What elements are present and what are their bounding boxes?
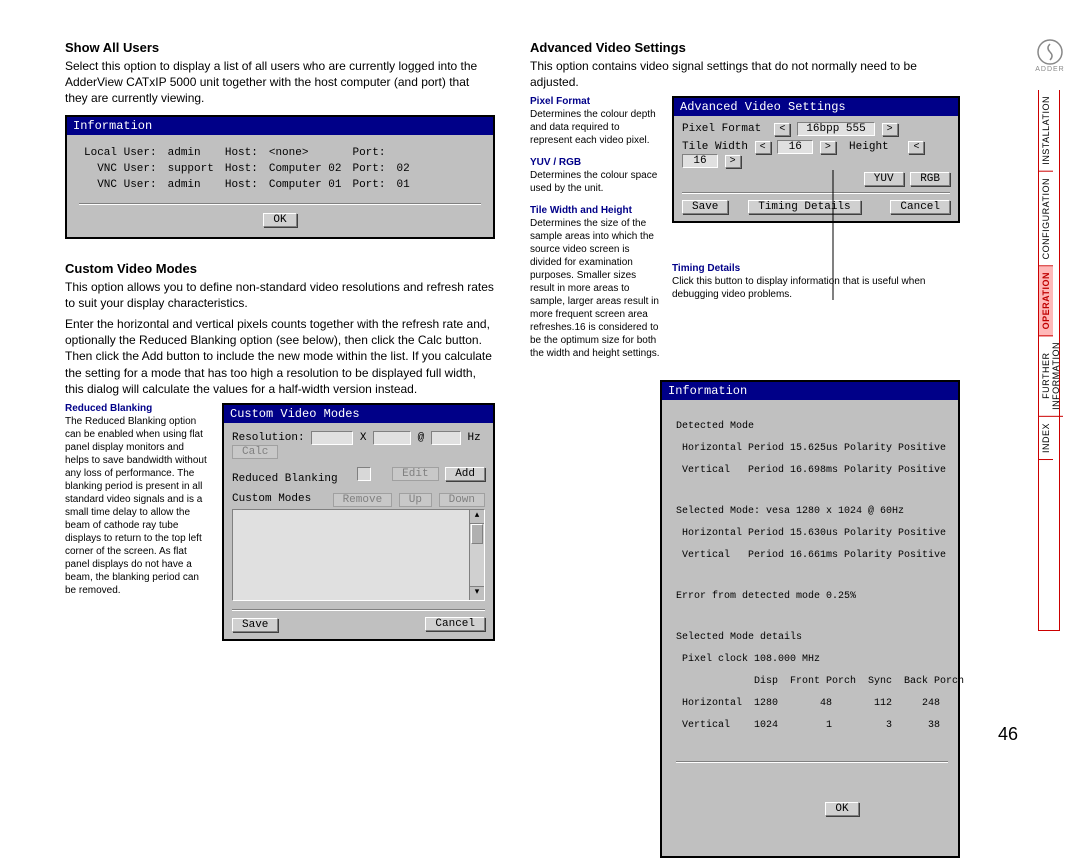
res-hz-input[interactable] — [431, 431, 461, 445]
yuv-rgb-title: YUV / RGB — [530, 157, 660, 168]
custom-video-p1: This option allows you to define non-sta… — [65, 279, 495, 311]
info-line: Pixel clock 108.000 MHz — [676, 654, 948, 665]
save-button[interactable]: Save — [232, 618, 278, 632]
pf-right-arrow[interactable]: > — [882, 123, 898, 136]
h-right-arrow[interactable]: > — [725, 155, 741, 168]
reduced-blanking-checkbox[interactable] — [357, 467, 371, 481]
add-button[interactable]: Add — [445, 467, 485, 481]
nav-further[interactable]: FURTHER INFORMATION — [1039, 336, 1063, 417]
info-line: Horizontal Period 15.625us Polarity Posi… — [676, 443, 948, 454]
reduced-blanking-title: Reduced Blanking — [65, 403, 210, 414]
at-label: @ — [418, 432, 425, 444]
user-table: Local User:adminHost:<none>Port: VNC Use… — [79, 145, 416, 193]
timing-info-dialog: Information Detected Mode Horizontal Per… — [660, 380, 960, 858]
advanced-body: This option contains video signal settin… — [530, 58, 960, 90]
advanced-dialog: Advanced Video Settings Pixel Format < 1… — [672, 96, 960, 223]
adv-cancel-button[interactable]: Cancel — [890, 200, 950, 214]
info-line: Vertical 1024 1 3 38 — [676, 720, 948, 731]
info-line: Vertical Period 16.698ms Polarity Positi… — [676, 465, 948, 476]
custom-video-p2: Enter the horizontal and vertical pixels… — [65, 316, 495, 397]
reduced-blanking-label: Reduced Blanking — [232, 473, 338, 485]
pixel-format-label: Pixel Format — [682, 123, 761, 135]
info-line: Disp Front Porch Sync Back Porch — [676, 676, 948, 687]
connector-line — [832, 170, 834, 300]
resolution-label: Resolution: — [232, 432, 305, 444]
tile-title: Tile Width and Height — [530, 205, 660, 216]
up-button[interactable]: Up — [399, 493, 432, 507]
nav-configuration[interactable]: CONFIGURATION — [1039, 172, 1053, 266]
nav-index[interactable]: INDEX — [1039, 417, 1053, 460]
show-all-users-heading: Show All Users — [65, 40, 495, 55]
res-height-input[interactable] — [373, 431, 411, 445]
advanced-heading: Advanced Video Settings — [530, 40, 960, 55]
info-line: Horizontal 1280 48 112 248 — [676, 698, 948, 709]
nav-installation[interactable]: INSTALLATION — [1039, 90, 1053, 172]
yuv-button[interactable]: YUV — [864, 172, 904, 186]
ok-button[interactable]: OK — [263, 213, 296, 227]
yuv-rgb-body: Determines the colour space used by the … — [530, 169, 660, 195]
remove-button[interactable]: Remove — [333, 493, 393, 507]
calc-button[interactable]: Calc — [232, 445, 278, 459]
side-nav: INSTALLATION CONFIGURATION OPERATION FUR… — [1038, 90, 1060, 631]
nav-operation[interactable]: OPERATION — [1039, 266, 1053, 336]
rgb-button[interactable]: RGB — [910, 172, 950, 186]
tile-body: Determines the size of the sample areas … — [530, 217, 660, 360]
tile-width-label: Tile Width — [682, 141, 748, 153]
tw-right-arrow[interactable]: > — [820, 141, 836, 154]
table-row: VNC User:adminHost:Computer 01Port:01 — [79, 177, 416, 193]
edit-button[interactable]: Edit — [392, 467, 438, 481]
adv-save-button[interactable]: Save — [682, 200, 728, 214]
scroll-up-icon[interactable]: ▴ — [470, 510, 484, 524]
pf-left-arrow[interactable]: < — [774, 123, 790, 136]
advanced-dlg-title: Advanced Video Settings — [674, 98, 958, 116]
height-value: 16 — [682, 154, 718, 168]
custom-modes-label: Custom Modes — [232, 493, 311, 505]
reduced-blanking-body: The Reduced Blanking option can be enabl… — [65, 415, 210, 597]
table-row: VNC User:supportHost:Computer 02Port:02 — [79, 161, 416, 177]
show-all-users-body: Select this option to display a list of … — [65, 58, 495, 107]
timing-ok-button[interactable]: OK — [825, 802, 858, 816]
hz-label: Hz — [468, 432, 481, 444]
height-label: Height — [849, 141, 889, 153]
scrollbar[interactable]: ▴ ▾ — [469, 510, 484, 600]
scroll-thumb[interactable] — [471, 524, 483, 544]
cancel-button[interactable]: Cancel — [425, 617, 485, 631]
info-line: Detected Mode — [676, 421, 948, 432]
info-line: Error from detected mode 0.25% — [676, 591, 948, 602]
custom-video-dialog: Custom Video Modes Resolution: X @ Hz Ca… — [222, 403, 495, 641]
down-button[interactable]: Down — [439, 493, 485, 507]
info-line: Vertical Period 16.661ms Polarity Positi… — [676, 550, 948, 561]
table-row: Local User:adminHost:<none>Port: — [79, 145, 416, 161]
custom-video-dlg-title: Custom Video Modes — [224, 405, 493, 423]
h-left-arrow[interactable]: < — [908, 141, 924, 154]
info-line: Selected Mode: vesa 1280 x 1024 @ 60Hz — [676, 506, 948, 517]
tw-left-arrow[interactable]: < — [755, 141, 771, 154]
information-dialog: Information Local User:adminHost:<none>P… — [65, 115, 495, 239]
information-title: Information — [67, 117, 493, 135]
pixel-format-value: 16bpp 555 — [797, 122, 875, 136]
timing-info-title: Information — [662, 382, 958, 400]
page-number: 46 — [998, 724, 1018, 745]
pixel-format-title: Pixel Format — [530, 96, 660, 107]
adder-logo: ADDER — [1034, 38, 1066, 73]
info-line: Selected Mode details — [676, 632, 948, 643]
pixel-format-body: Determines the colour depth and data req… — [530, 108, 660, 147]
timing-details-body: Click this button to display information… — [672, 275, 960, 301]
res-width-input[interactable] — [311, 431, 353, 445]
tile-width-value: 16 — [777, 140, 813, 154]
scroll-down-icon[interactable]: ▾ — [470, 586, 484, 600]
timing-details-button[interactable]: Timing Details — [748, 200, 860, 214]
timing-details-title: Timing Details — [672, 263, 960, 274]
modes-listbox[interactable]: ▴ ▾ — [232, 509, 485, 601]
custom-video-heading: Custom Video Modes — [65, 261, 495, 276]
x-label: X — [360, 432, 367, 444]
info-line: Horizontal Period 15.630us Polarity Posi… — [676, 528, 948, 539]
